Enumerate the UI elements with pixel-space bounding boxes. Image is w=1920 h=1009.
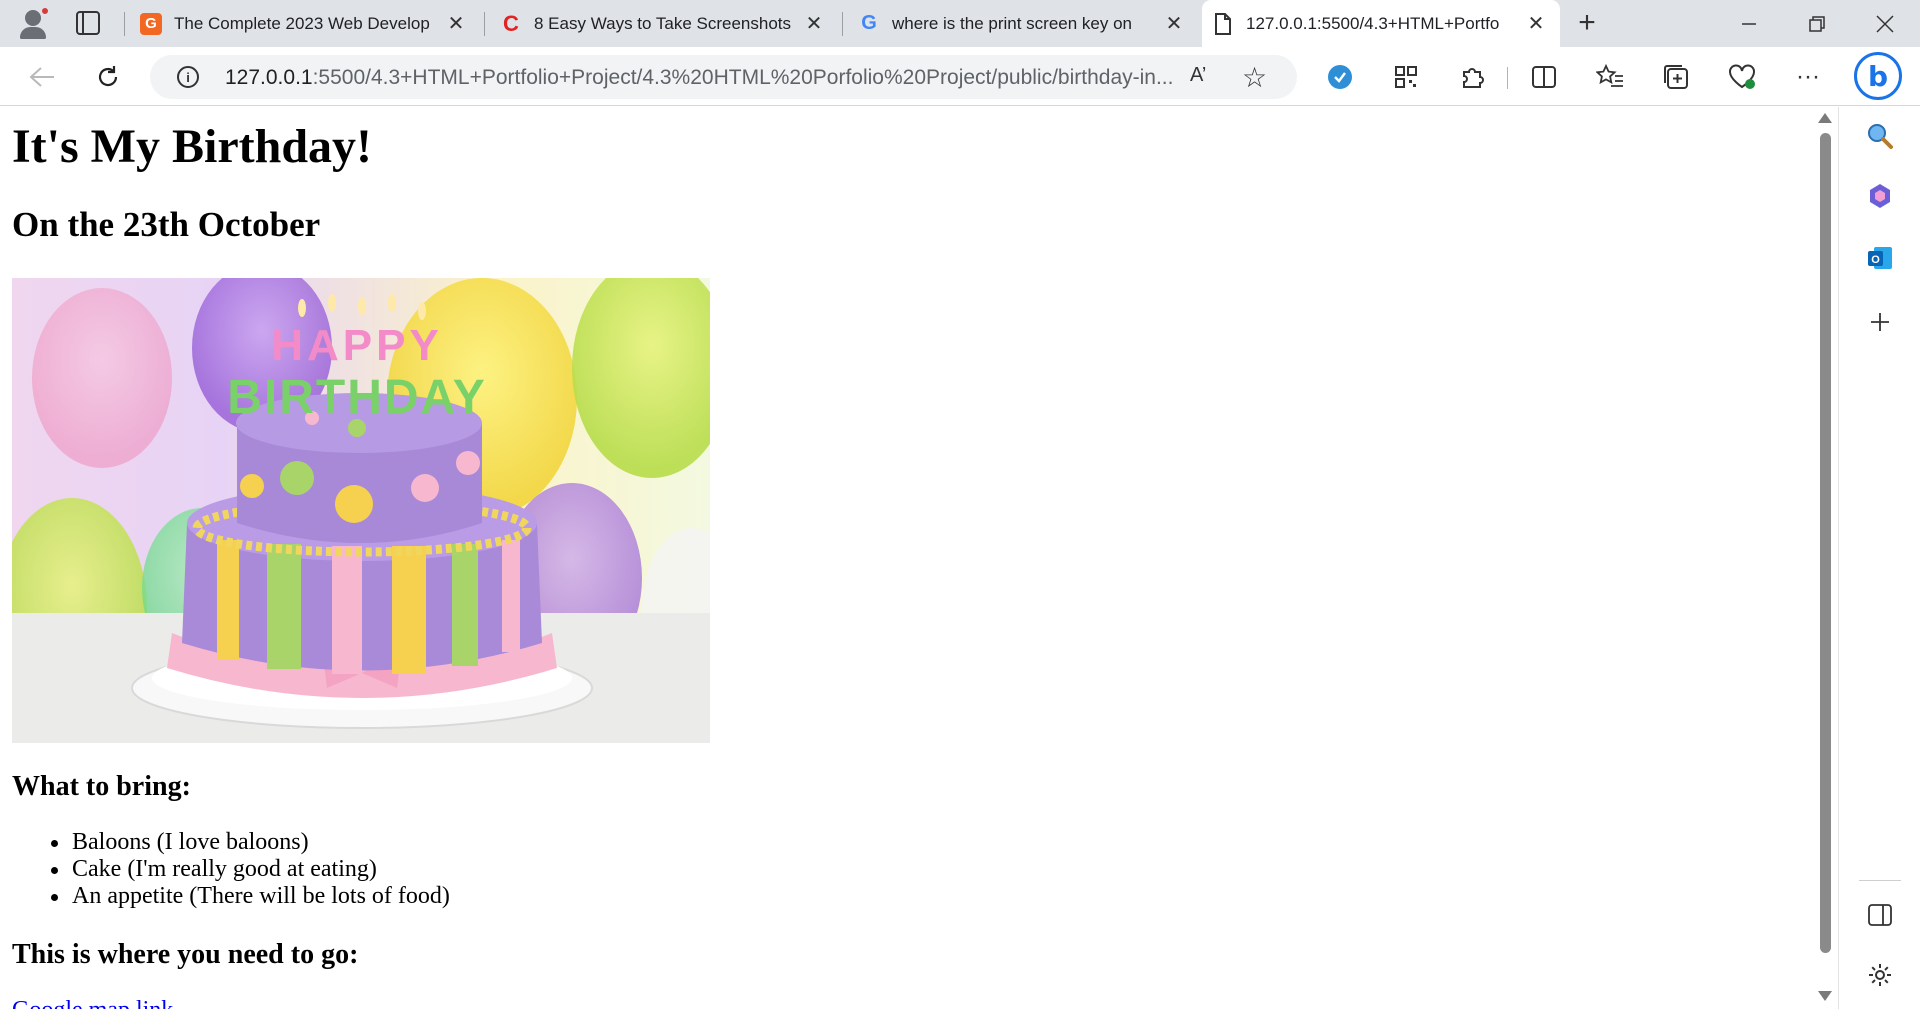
birthday-cake-image: HAPPY BIRTHDAY bbox=[12, 278, 710, 743]
tab-title: The Complete 2023 Web Develop bbox=[174, 13, 430, 33]
date-subheading: On the 23th October bbox=[12, 205, 321, 244]
add-favorite-star-icon[interactable]: ☆ bbox=[1242, 61, 1267, 94]
close-tab-icon[interactable]: ✕ bbox=[444, 12, 468, 36]
sidebar-settings-gear-icon[interactable] bbox=[1863, 958, 1897, 992]
address-bar[interactable]: i 127.0.0.1:5500/4.3+HTML+Portfolio+Proj… bbox=[150, 55, 1297, 99]
page-scrollbar[interactable] bbox=[1812, 107, 1838, 1009]
tab-separator bbox=[484, 12, 485, 36]
udemy-favicon-icon: G bbox=[140, 12, 162, 35]
scroll-up-arrow-icon[interactable] bbox=[1818, 113, 1832, 123]
page-icon bbox=[1212, 12, 1234, 35]
bing-copilot-icon[interactable]: b bbox=[1854, 52, 1902, 100]
tab-screenshots[interactable]: C 8 Easy Ways to Take Screenshots ✕ bbox=[490, 0, 838, 47]
close-tab-icon[interactable]: ✕ bbox=[1524, 12, 1548, 36]
close-tab-icon[interactable]: ✕ bbox=[802, 12, 826, 36]
tab-actions-icon[interactable] bbox=[76, 11, 100, 35]
toolbar-separator bbox=[1507, 67, 1508, 89]
what-to-bring-heading: What to bring: bbox=[12, 771, 191, 802]
settings-more-icon[interactable]: ··· bbox=[1792, 61, 1824, 93]
tab-print-screen-search[interactable]: G where is the print screen key on ✕ bbox=[848, 0, 1198, 47]
browser-toolbar: i 127.0.0.1:5500/4.3+HTML+Portfolio+Proj… bbox=[0, 47, 1920, 106]
read-aloud-icon[interactable]: A’ bbox=[1190, 64, 1206, 87]
tab-web-development[interactable]: G The Complete 2023 Web Develop ✕ bbox=[130, 0, 480, 47]
browser-extension-shield-icon[interactable] bbox=[1324, 61, 1356, 93]
edge-sidebar: O bbox=[1838, 107, 1920, 1009]
qr-code-icon[interactable] bbox=[1390, 61, 1422, 93]
birthday-candles-text: BIRTHDAY bbox=[227, 371, 487, 424]
tab-strip: G The Complete 2023 Web Develop ✕ C 8 Ea… bbox=[0, 0, 1920, 47]
collections-icon[interactable] bbox=[1660, 61, 1692, 93]
sidebar-separator bbox=[1859, 880, 1901, 881]
page-viewport: It's My Birthday! On the 23th October HA… bbox=[0, 107, 1812, 1009]
refresh-icon[interactable] bbox=[92, 61, 124, 93]
restore-icon[interactable] bbox=[1784, 0, 1850, 47]
favorites-icon[interactable] bbox=[1594, 61, 1626, 93]
profile-avatar-icon[interactable] bbox=[16, 6, 50, 40]
list-item: Baloons (I love baloons) bbox=[51, 829, 450, 856]
site-favicon-icon: C bbox=[503, 10, 519, 36]
search-icon[interactable] bbox=[1863, 119, 1897, 153]
tab-active-localhost[interactable]: 127.0.0.1:5500/4.3+HTML+Portfo ✕ bbox=[1202, 0, 1560, 47]
url-text[interactable]: 127.0.0.1:5500/4.3+HTML+Portfolio+Projec… bbox=[225, 66, 1175, 90]
new-tab-button[interactable]: + bbox=[1572, 6, 1602, 39]
minimize-icon[interactable] bbox=[1716, 0, 1782, 47]
split-screen-icon[interactable] bbox=[1528, 61, 1560, 93]
close-tab-icon[interactable]: ✕ bbox=[1162, 12, 1186, 36]
page-heading: It's My Birthday! bbox=[12, 120, 372, 173]
tab-separator bbox=[842, 12, 843, 36]
list-item: Cake (I'm really good at eating) bbox=[51, 856, 450, 883]
tab-title: where is the print screen key on bbox=[892, 13, 1133, 33]
site-info-icon[interactable]: i bbox=[177, 66, 199, 88]
tab-title: 127.0.0.1:5500/4.3+HTML+Portfo bbox=[1246, 13, 1500, 33]
add-sidebar-app-icon[interactable] bbox=[1863, 305, 1897, 339]
browser-essentials-icon[interactable] bbox=[1726, 61, 1758, 93]
back-arrow-icon[interactable] bbox=[26, 61, 58, 93]
bring-list: Baloons (I love baloons) Cake (I'm reall… bbox=[51, 829, 450, 910]
google-map-link[interactable]: Google map link bbox=[12, 997, 173, 1009]
extensions-puzzle-icon[interactable] bbox=[1456, 61, 1488, 93]
scroll-down-arrow-icon[interactable] bbox=[1818, 991, 1832, 1001]
close-window-icon[interactable] bbox=[1852, 0, 1918, 47]
hide-sidebar-icon[interactable] bbox=[1863, 898, 1897, 932]
scrollbar-thumb[interactable] bbox=[1820, 133, 1831, 953]
svg-text:O: O bbox=[1871, 254, 1880, 266]
location-heading: This is where you need to go: bbox=[12, 939, 359, 970]
list-item: An appetite (There will be lots of food) bbox=[51, 883, 450, 909]
happy-candles-text: HAPPY bbox=[271, 321, 443, 370]
tab-separator bbox=[124, 12, 125, 36]
copilot-icon[interactable] bbox=[1863, 179, 1897, 213]
tab-title: 8 Easy Ways to Take Screenshots bbox=[534, 13, 792, 33]
outlook-icon[interactable]: O bbox=[1863, 241, 1897, 275]
google-favicon-icon: G bbox=[861, 12, 877, 34]
